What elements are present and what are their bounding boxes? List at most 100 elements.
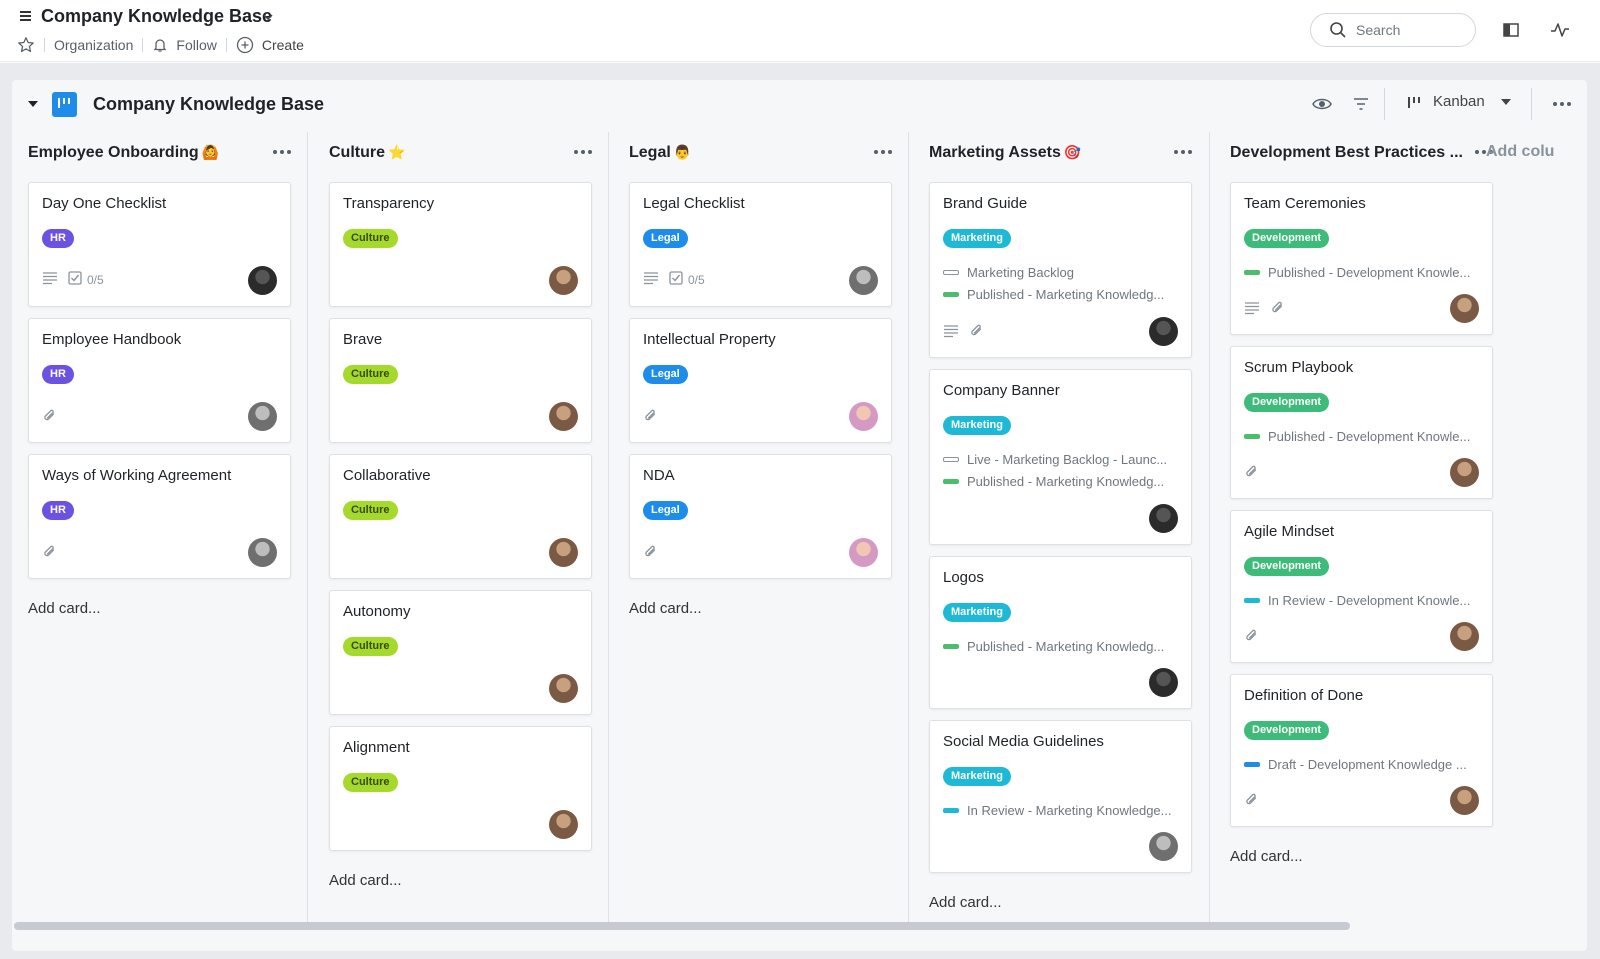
eye-icon[interactable] [1312, 96, 1332, 112]
avatar[interactable] [1450, 622, 1479, 651]
card[interactable]: NDA Legal [629, 454, 892, 579]
column-more-button[interactable] [571, 144, 595, 160]
relation-link[interactable]: Draft - Development Knowledge ... [1244, 757, 1484, 772]
filter-icon[interactable] [1352, 96, 1370, 112]
card[interactable]: Definition of Done Development Draft - Dev… [1230, 674, 1493, 827]
kanban-view-icon [1408, 96, 1420, 108]
relation-link[interactable]: Live - Marketing Backlog - Launc... [943, 452, 1183, 467]
relation-link[interactable]: Published - Marketing Knowledg... [943, 287, 1183, 302]
card-title: Intellectual Property [643, 331, 776, 348]
add-card-button[interactable]: Add card... [1230, 848, 1303, 865]
card[interactable]: Transparency Culture [329, 182, 592, 307]
avatar[interactable] [1149, 317, 1178, 346]
column-emoji-icon: 🎯 [1063, 145, 1082, 161]
relation-link[interactable]: In Review - Development Knowle... [1244, 593, 1484, 608]
avatar[interactable] [849, 266, 878, 295]
board-more-button[interactable] [1550, 96, 1574, 112]
card[interactable]: Ways of Working Agreement HR [28, 454, 291, 579]
card[interactable]: Agile Mindset Development In Review - Deve… [1230, 510, 1493, 663]
avatar[interactable] [248, 266, 277, 295]
avatar[interactable] [248, 402, 277, 431]
avatar[interactable] [248, 538, 277, 567]
description-icon [1244, 301, 1260, 318]
relation-link[interactable]: In Review - Marketing Knowledge... [943, 803, 1183, 818]
avatar[interactable] [849, 402, 878, 431]
avatar[interactable] [549, 810, 578, 839]
follow-label: Follow [176, 37, 217, 53]
card-meta [1244, 464, 1260, 483]
card[interactable]: Scrum Playbook Development Published - Dev… [1230, 346, 1493, 499]
card[interactable]: Autonomy Culture [329, 590, 592, 715]
card[interactable]: Brand Guide Marketing Marketing Backlog Pub… [929, 182, 1192, 358]
card[interactable]: Team Ceremonies Development Published - De… [1230, 182, 1493, 335]
avatar[interactable] [849, 538, 878, 567]
search-input[interactable] [1356, 22, 1456, 38]
menu-icon[interactable] [20, 11, 32, 23]
relation-link[interactable]: Published - Marketing Knowledg... [943, 474, 1183, 489]
add-card-button[interactable]: Add card... [629, 600, 702, 617]
view-selector[interactable]: Kanban [1407, 93, 1511, 110]
column-title[interactable]: Culture ⭐ [329, 144, 405, 162]
relation-link[interactable]: Published - Development Knowle... [1244, 429, 1484, 444]
card[interactable]: Day One Checklist HR 0/5 [28, 182, 291, 307]
horizontal-scrollbar[interactable] [14, 922, 1350, 930]
star-icon[interactable] [17, 36, 35, 54]
add-card-button[interactable]: Add card... [929, 894, 1002, 911]
board-header: Company Knowledge Base Kanban [12, 80, 1587, 130]
create-button[interactable]: Create [236, 36, 304, 54]
card[interactable]: Intellectual Property Legal [629, 318, 892, 443]
card-title: Brand Guide [943, 195, 1028, 212]
column-more-button[interactable] [871, 144, 895, 160]
relation-text: Live - Marketing Backlog - Launc... [967, 452, 1168, 467]
card[interactable]: Logos Marketing Published - Marketing Know… [929, 556, 1192, 709]
organization-link[interactable]: Organization [54, 37, 133, 53]
card-title: Logos [943, 569, 984, 586]
attachment-icon [969, 323, 985, 342]
column-title[interactable]: Employee Onboarding 🙆 [28, 144, 219, 162]
page-title[interactable]: Company Knowledge Base [41, 6, 272, 27]
checkbox-icon [68, 271, 82, 288]
add-card-button[interactable]: Add card... [28, 600, 101, 617]
tag-badge: HR [42, 365, 74, 384]
avatar[interactable] [1450, 786, 1479, 815]
card[interactable]: Collaborative Culture [329, 454, 592, 579]
avatar[interactable] [549, 402, 578, 431]
card-title: Team Ceremonies [1244, 195, 1366, 212]
avatar[interactable] [1450, 458, 1479, 487]
column-title[interactable]: Development Best Practices ... [1230, 144, 1463, 162]
avatar[interactable] [549, 266, 578, 295]
activity-icon[interactable] [1550, 21, 1570, 39]
collapse-arrow-icon[interactable] [28, 101, 38, 107]
card[interactable]: Brave Culture [329, 318, 592, 443]
avatar[interactable] [549, 674, 578, 703]
avatar[interactable] [549, 538, 578, 567]
card-title: Collaborative [343, 467, 431, 484]
plus-circle-icon [236, 36, 254, 54]
card-meta [943, 323, 985, 342]
avatar[interactable] [1149, 832, 1178, 861]
sidebar-panel-icon[interactable] [1502, 21, 1520, 39]
card[interactable]: Legal Checklist Legal 0/5 [629, 182, 892, 307]
column-more-button[interactable] [270, 144, 294, 160]
avatar[interactable] [1450, 294, 1479, 323]
column-title[interactable]: Marketing Assets 🎯 [929, 144, 1081, 162]
follow-button[interactable]: Follow [152, 37, 217, 53]
relation-link[interactable]: Marketing Backlog [943, 265, 1183, 280]
search-box[interactable] [1310, 13, 1476, 47]
column-title[interactable]: Legal 👨 [629, 144, 691, 162]
column-more-button[interactable] [1171, 144, 1195, 160]
add-column-button[interactable]: Add colu [1486, 143, 1554, 161]
card[interactable]: Social Media Guidelines Marketing In Revie… [929, 720, 1192, 873]
relation-link[interactable]: Published - Development Knowle... [1244, 265, 1484, 280]
avatar[interactable] [1149, 668, 1178, 697]
relation-text: Published - Development Knowle... [1268, 429, 1471, 444]
status-bar [943, 292, 959, 297]
relation-link[interactable]: Published - Marketing Knowledg... [943, 639, 1183, 654]
card[interactable]: Alignment Culture [329, 726, 592, 851]
avatar[interactable] [1149, 504, 1178, 533]
card[interactable]: Company Banner Marketing Live - Marketing … [929, 369, 1192, 545]
card[interactable]: Employee Handbook HR [28, 318, 291, 443]
chevron-down-icon[interactable] [262, 12, 274, 22]
add-card-button[interactable]: Add card... [329, 872, 402, 889]
card-title: Autonomy [343, 603, 411, 620]
